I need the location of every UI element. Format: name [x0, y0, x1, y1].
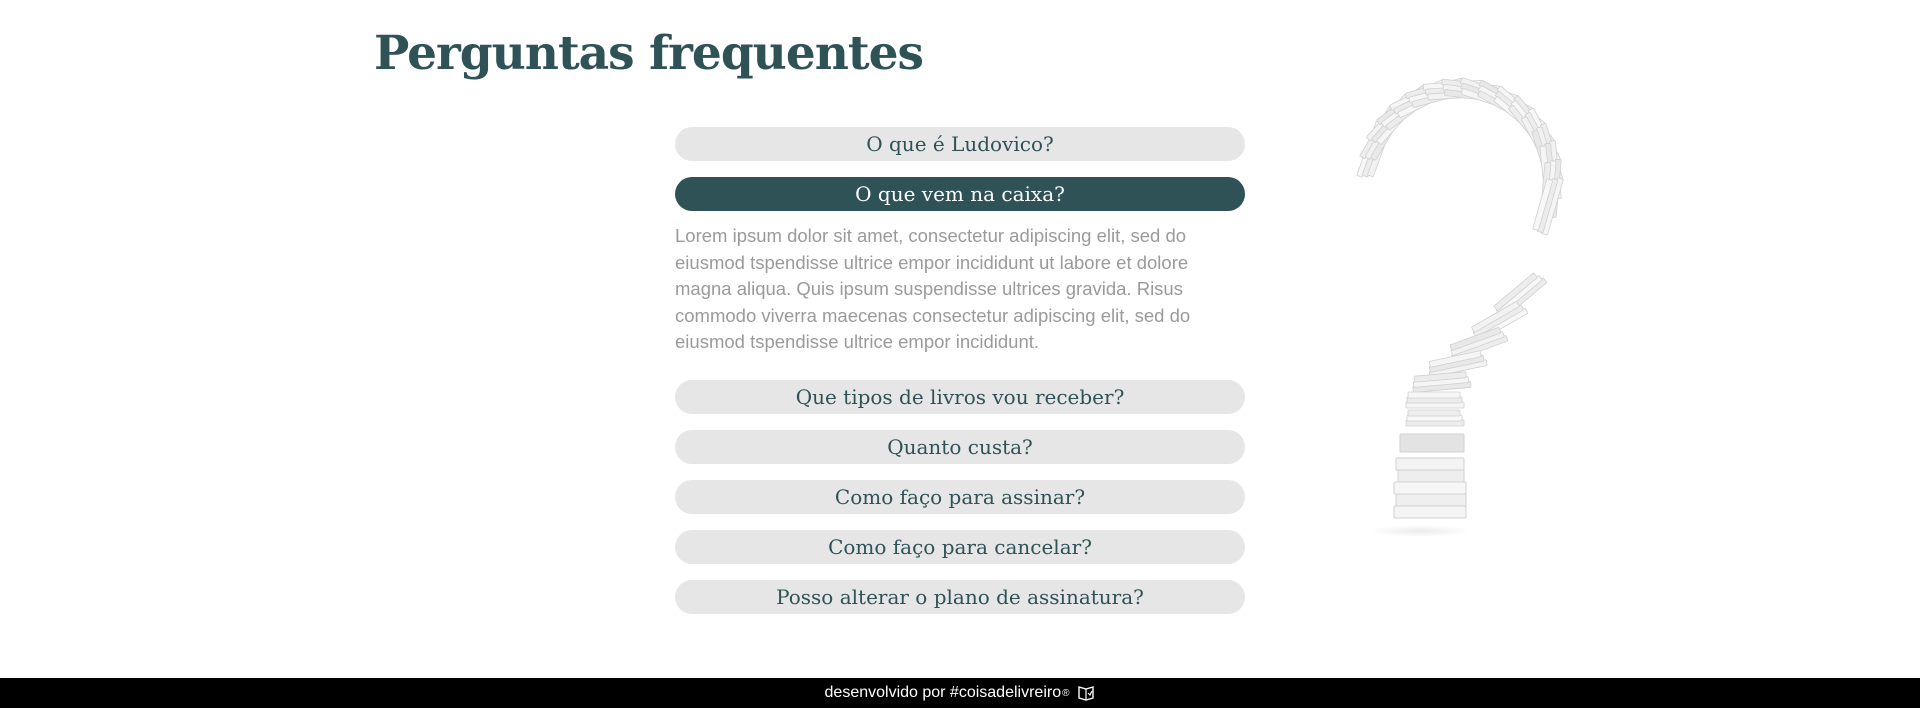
faq-question-button[interactable]: Posso alterar o plano de assinatura? — [675, 579, 1245, 614]
faq-answer: Lorem ipsum dolor sit amet, consectetur … — [675, 225, 1191, 352]
faq-item-plano: Posso alterar o plano de assinatura? — [675, 579, 1245, 614]
footer-credit[interactable]: desenvolvido por #coisadelivreiro — [825, 684, 1062, 702]
registered-mark: ® — [1062, 687, 1070, 699]
faq-item-caixa: O que vem na caixa? Lorem ipsum dolor si… — [675, 177, 1245, 356]
faq-item-cancelar: Como faço para cancelar? — [675, 529, 1245, 564]
faq-question-button[interactable]: Quanto custa? — [675, 429, 1245, 464]
question-mark-books-illustration — [1356, 77, 1564, 536]
book-stack-arc — [1356, 77, 1564, 427]
faq-question-button[interactable]: Como faço para cancelar? — [675, 529, 1245, 564]
faq-question-button[interactable]: O que vem na caixa? — [675, 177, 1245, 211]
book-icon — [1077, 685, 1095, 701]
faq-item-livros: Que tipos de livros vou receber? — [675, 379, 1245, 414]
footer: desenvolvido por #coisadelivreiro ® — [0, 678, 1920, 708]
faq-question-button[interactable]: Que tipos de livros vou receber? — [675, 379, 1245, 414]
faq-item-ludovico: O que é Ludovico? — [675, 127, 1245, 161]
faq-question-button[interactable]: O que é Ludovico? — [675, 127, 1245, 161]
faq-item-custo: Quanto custa? — [675, 429, 1245, 464]
faq-question-button[interactable]: Como faço para assinar? — [675, 479, 1245, 514]
faq-item-assinar: Como faço para assinar? — [675, 479, 1245, 514]
book-stack-dot — [1393, 433, 1467, 519]
faq-list: O que é Ludovico? O que vem na caixa? Lo… — [675, 127, 1245, 630]
page-title: Perguntas frequentes — [374, 26, 924, 81]
